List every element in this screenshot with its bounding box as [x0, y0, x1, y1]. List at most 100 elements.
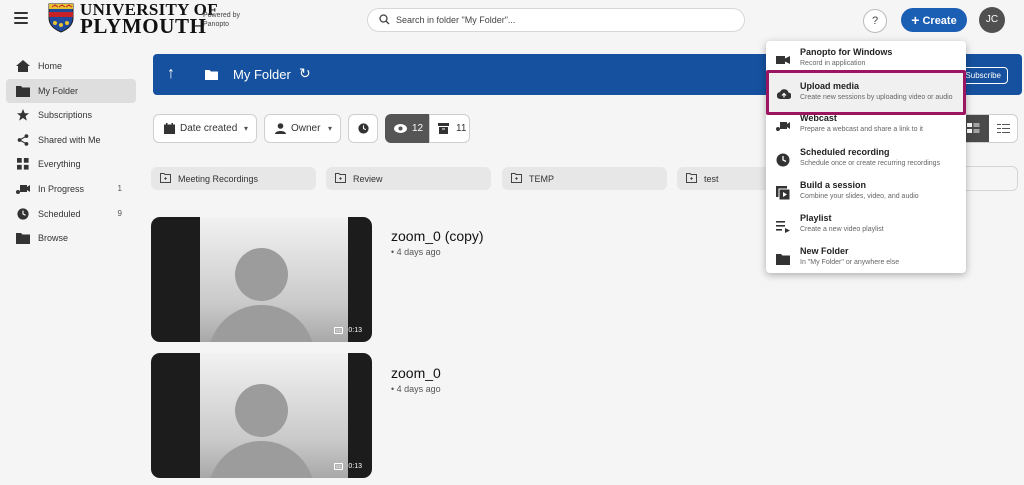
session-title[interactable]: zoom_0 [391, 365, 441, 381]
sidebar-item-label: Subscriptions [38, 110, 93, 121]
menu-item-upload-media[interactable]: Upload media Create new sessions by uplo… [766, 70, 966, 115]
list-view-icon [997, 124, 1010, 133]
folder-icon [776, 254, 790, 265]
duration-text: 0:13 [348, 327, 362, 334]
plus-icon: + [911, 12, 920, 28]
top-bar: UNIVERSITY OF PLYMOUTH Powered by Panopt… [0, 0, 1024, 42]
up-arrow-icon[interactable]: ↑ [167, 65, 175, 83]
create-button-label: Create [922, 15, 957, 27]
menu-item-new-folder[interactable]: New Folder In "My Folder" or anywhere el… [766, 243, 966, 276]
folder-outline-icon [335, 173, 346, 183]
subfolder-label: Meeting Recordings [178, 174, 259, 184]
sidebar-item-my-folder[interactable]: My Folder [6, 78, 136, 104]
sidebar-item-count: 1 [117, 183, 122, 193]
menu-item-subtitle: In "My Folder" or anywhere else [800, 259, 900, 266]
subfolder-meeting-recordings[interactable]: Meeting Recordings [151, 167, 316, 190]
share-icon [17, 134, 29, 146]
star-icon [17, 109, 29, 121]
date-created-filter[interactable]: Date created ▾ [153, 114, 257, 143]
menu-item-subtitle: Combine your slides, video, and audio [800, 193, 919, 200]
subfolder-label: TEMP [529, 174, 555, 184]
duration-badge: CC 0:13 [334, 327, 362, 334]
sidebar-item-label: In Progress [38, 183, 85, 194]
session-date: • 4 days ago [391, 247, 441, 257]
session-thumbnail[interactable]: CC 0:13 [151, 217, 372, 342]
powered-by: Powered by Panopto [203, 11, 240, 29]
sidebar-item-label: Browse [38, 233, 69, 244]
sidebar-item-label: Scheduled [38, 208, 81, 219]
build-session-icon [776, 186, 790, 200]
eye-icon [394, 124, 407, 133]
avatar[interactable]: JC [979, 7, 1005, 33]
subfolder-temp[interactable]: TEMP [502, 167, 667, 190]
sidebar-item-browse[interactable]: Browse [6, 226, 136, 251]
folder-outline-icon [511, 173, 522, 183]
archive-filter[interactable]: 11 [429, 114, 470, 143]
university-name: UNIVERSITY OF PLYMOUTH [80, 1, 218, 37]
placeholder-person-image [200, 353, 348, 478]
subfolder-label: test [704, 174, 719, 184]
menu-item-title: Panopto for Windows [800, 47, 893, 57]
duration-badge: CC 0:13 [334, 463, 362, 470]
owner-filter[interactable]: Owner ▾ [264, 114, 341, 143]
subfolder-label: Review [353, 174, 383, 184]
date-created-label: Date created [180, 123, 238, 134]
clock-icon [358, 123, 369, 134]
sidebar-item-label: My Folder [38, 85, 79, 96]
create-button[interactable]: + Create [901, 8, 967, 32]
scheduled-filter[interactable] [348, 114, 378, 143]
menu-item-subtitle: Create new sessions by uploading video o… [800, 94, 953, 101]
clock-icon [776, 153, 790, 167]
captions-icon: CC [334, 463, 344, 470]
sidebar-item-home[interactable]: Home [6, 54, 136, 79]
menu-item-scheduled-recording[interactable]: Scheduled recording Schedule once or cre… [766, 144, 966, 177]
hamburger-menu-icon[interactable] [14, 12, 28, 26]
sidebar-item-label: Shared with Me [38, 134, 101, 145]
folder-icon [16, 85, 30, 97]
video-camera-icon [776, 56, 790, 64]
sidebar-item-subscriptions[interactable]: Subscriptions [6, 103, 136, 128]
menu-item-title: New Folder [800, 246, 849, 256]
sidebar-item-label: Home [38, 61, 63, 71]
sidebar: Home My Folder Subscriptions Shared with… [0, 54, 142, 251]
menu-item-title: Scheduled recording [800, 147, 890, 157]
menu-item-subtitle: Record in application [800, 60, 866, 67]
captions-icon: CC [334, 327, 344, 334]
refresh-icon[interactable]: ↻ [299, 65, 311, 82]
subfolder-review[interactable]: Review [326, 167, 491, 190]
calendar-icon [164, 123, 175, 134]
menu-item-subtitle: Create a new video playlist [800, 226, 884, 233]
session-title[interactable]: zoom_0 (copy) [391, 228, 484, 244]
webcam-icon [16, 184, 30, 194]
views-count: 12 [412, 123, 424, 134]
owner-label: Owner [291, 123, 321, 134]
search-icon [379, 14, 390, 25]
sidebar-item-count: 9 [117, 208, 122, 218]
menu-item-build-session[interactable]: Build a session Combine your slides, vid… [766, 177, 966, 210]
session-thumbnail[interactable]: CC 0:13 [151, 353, 372, 478]
view-toggle[interactable] [958, 114, 1018, 143]
archive-count: 11 [456, 123, 467, 134]
archive-icon [438, 123, 449, 134]
sidebar-item-everything[interactable]: Everything [6, 152, 136, 177]
menu-item-playlist[interactable]: Playlist Create a new video playlist [766, 210, 966, 243]
powered-by-line1: Powered by [203, 12, 240, 19]
home-icon [16, 60, 30, 72]
chevron-down-icon: ▾ [327, 124, 332, 133]
menu-item-title: Playlist [800, 213, 832, 223]
menu-item-title: Build a session [800, 180, 867, 190]
menu-item-subtitle: Prepare a webcast and share a link to it [800, 126, 923, 133]
search-input[interactable]: Search in folder "My Folder"... [367, 8, 745, 32]
session-date: • 4 days ago [391, 384, 441, 394]
sidebar-item-shared[interactable]: Shared with Me [6, 128, 136, 153]
cloud-upload-icon [777, 89, 791, 100]
detail-view-icon [967, 123, 980, 133]
help-button[interactable]: ? [863, 9, 887, 33]
page-title: My Folder [233, 67, 291, 82]
sidebar-item-scheduled[interactable]: Scheduled 9 [6, 202, 136, 227]
views-filter[interactable]: 12 [385, 114, 429, 143]
sidebar-item-in-progress[interactable]: In Progress 1 [6, 177, 136, 202]
webcast-icon [776, 122, 790, 131]
placeholder-person-image [200, 217, 348, 342]
list-view-button[interactable] [989, 115, 1018, 142]
